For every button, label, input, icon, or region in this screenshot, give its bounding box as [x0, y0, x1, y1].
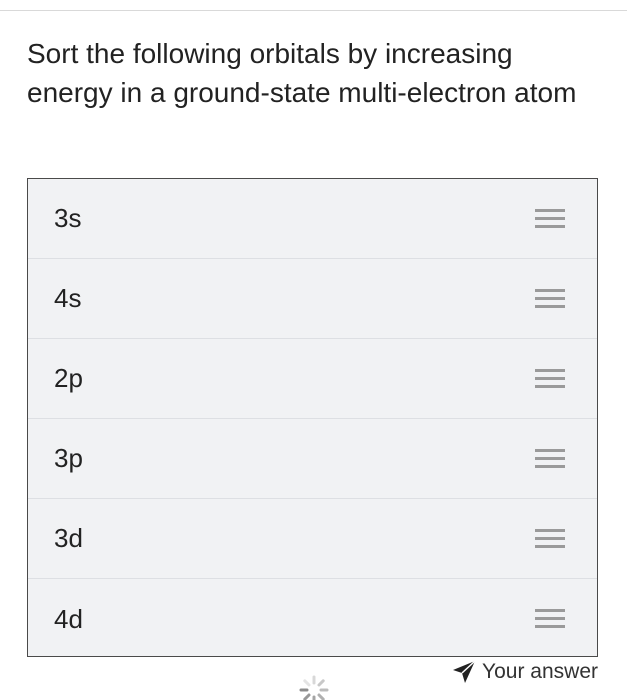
drag-handle-icon[interactable]	[535, 368, 565, 389]
sortable-item[interactable]: 3p	[28, 419, 597, 499]
sortable-item[interactable]: 4s	[28, 259, 597, 339]
drag-handle-icon[interactable]	[535, 448, 565, 469]
item-label: 3p	[54, 443, 83, 473]
your-answer-button[interactable]: Your answer	[452, 660, 598, 684]
drag-handle-icon[interactable]	[535, 208, 565, 229]
sortable-item[interactable]: 3d	[28, 499, 597, 579]
question-text: Sort the following orbitals by increasin…	[27, 38, 577, 108]
sortable-item[interactable]: 3s	[28, 179, 597, 259]
question-page: Sort the following orbitals by increasin…	[0, 0, 627, 700]
sortable-item[interactable]: 4d	[28, 579, 597, 659]
item-label: 3d	[54, 523, 83, 553]
spinner-icon	[299, 675, 329, 700]
drag-handle-icon[interactable]	[535, 288, 565, 309]
your-answer-label: Your answer	[482, 660, 598, 683]
drag-handle-icon[interactable]	[535, 528, 565, 549]
drag-handle-icon[interactable]	[535, 609, 565, 629]
item-label: 2p	[54, 363, 83, 393]
item-label: 4s	[54, 283, 82, 313]
sortable-list: 3s 4s 2p 3p 3d 4d	[27, 178, 598, 657]
item-label: 3s	[54, 203, 82, 233]
top-divider	[0, 10, 627, 11]
send-icon	[453, 660, 476, 683]
sortable-item[interactable]: 2p	[28, 339, 597, 419]
item-label: 4d	[54, 603, 83, 634]
